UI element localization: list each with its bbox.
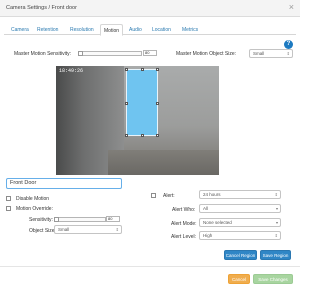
chevron-updown-icon: ⇕ [115,227,119,232]
close-icon[interactable]: × [289,3,294,12]
sensitivity-slider[interactable] [54,217,106,222]
alert-value: 24 hours [203,192,221,197]
motion-region[interactable] [125,68,159,137]
tab-retention[interactable]: Retention [37,24,58,35]
preview-timestamp: 18:49:26 [59,68,84,74]
tab-resolution[interactable]: Resolution [70,24,94,35]
disable-motion-checkbox[interactable] [6,196,11,201]
slider-thumb[interactable] [54,217,59,222]
alert-checkbox[interactable] [151,193,156,198]
tab-motion[interactable]: Motion [100,24,124,36]
master-object-size-label: Master Motion Object Size: [176,51,237,57]
object-size-select[interactable]: Small ⇕ [54,225,122,234]
chevron-down-icon: ▾ [275,206,278,211]
alert-mode-select[interactable]: None selected ▾ [199,218,281,227]
region-handle-bottom-left[interactable] [125,134,128,137]
sensitivity-value[interactable]: 80 [106,216,120,222]
preview-floor [108,150,219,175]
save-region-button[interactable]: Save Region [260,250,291,260]
tab-location[interactable]: Location [152,24,171,35]
region-handle-right[interactable] [156,102,159,105]
window-title: Camera Settings / Front door [6,5,77,11]
sensitivity-label: Sensitivity: [29,217,53,223]
alert-label: Alert: [163,193,175,199]
camera-preview[interactable]: 18:49:26 [56,66,219,175]
motion-override-label: Motion Override: [16,206,53,212]
cancel-button[interactable]: Cancel [228,274,250,284]
master-object-size-select[interactable]: Small ⇕ [249,49,293,58]
region-handle-top[interactable] [141,68,144,71]
alert-mode-label: Alert Mode: [171,221,197,227]
slider-thumb[interactable] [78,51,83,56]
chevron-updown-icon: ⇕ [274,192,278,197]
alert-who-label: Alert Who: [172,207,196,213]
alert-level-label: Alert Level: [171,234,197,240]
chevron-updown-icon: ⇕ [274,233,278,238]
region-name-input[interactable]: Front Door [6,178,122,189]
alert-who-select[interactable]: All ▾ [199,204,281,213]
alert-who-value: All [203,206,209,211]
save-changes-button[interactable]: Save Changes [253,274,293,284]
region-handle-left[interactable] [125,102,128,105]
master-object-size-value: Small [253,51,265,56]
alert-mode-value: None selected [203,220,232,225]
chevron-updown-icon: ⇕ [286,51,290,56]
region-handle-bottom-right[interactable] [156,134,159,137]
tab-audio[interactable]: Audio [129,24,142,35]
region-handle-top-left[interactable] [125,68,128,71]
alert-level-value: High [203,233,213,238]
alert-select[interactable]: 24 hours ⇕ [199,190,281,199]
title-bar: Camera Settings / Front door × [0,0,300,17]
motion-override-checkbox[interactable] [6,206,11,211]
tab-camera[interactable]: Camera [11,24,29,35]
region-handle-top-right[interactable] [156,68,159,71]
master-sensitivity-label: Master Motion Sensitivity: [14,51,71,57]
master-sensitivity-value[interactable]: 80 [143,50,157,56]
object-size-value: Small [58,227,70,232]
master-sensitivity-slider[interactable] [78,51,142,56]
tab-metrics[interactable]: Metrics [182,24,198,35]
cancel-region-button[interactable]: Cancel Region [224,250,257,260]
region-handle-bottom[interactable] [141,134,144,137]
alert-level-select[interactable]: High ⇕ [199,231,281,240]
help-icon[interactable]: ? [284,40,293,49]
disable-motion-label: Disable Motion [16,196,50,202]
tab-bar: Camera Retention Resolution Motion Audio… [4,24,296,36]
object-size-label: Object Size: [29,228,56,234]
chevron-down-icon: ▾ [275,220,278,225]
footer-divider [0,266,300,267]
